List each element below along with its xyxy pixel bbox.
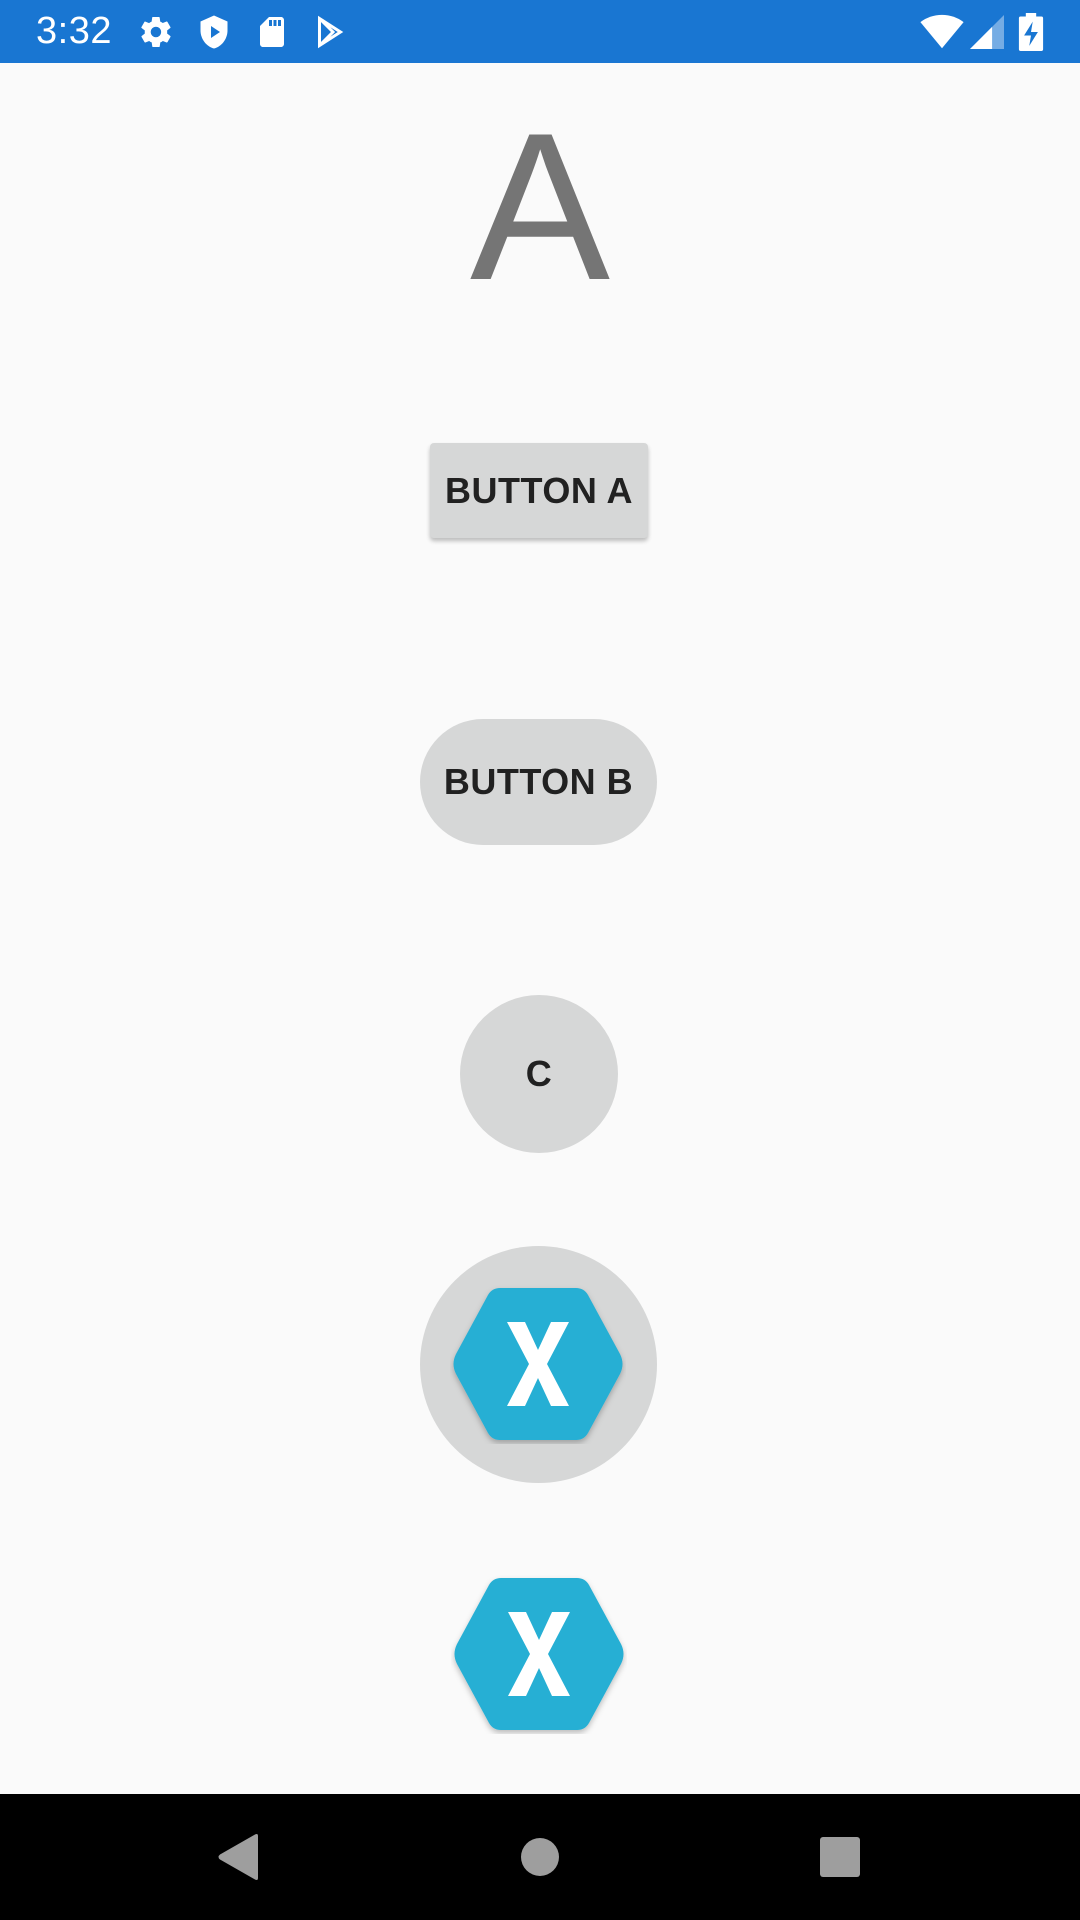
image-button[interactable] xyxy=(420,1246,657,1483)
status-bar: 3:32 xyxy=(0,0,1080,63)
button-b[interactable]: BUTTON B xyxy=(420,719,657,845)
play-store-icon xyxy=(318,15,344,49)
sd-card-icon xyxy=(260,17,284,47)
shield-play-icon xyxy=(200,15,228,49)
status-time: 3:32 xyxy=(36,10,112,52)
signal-icon xyxy=(970,15,1004,49)
xamarin-logo-icon xyxy=(454,1578,624,1730)
home-icon[interactable] xyxy=(515,1832,565,1882)
button-a[interactable]: BUTTON A xyxy=(430,443,648,538)
battery-charging-icon xyxy=(1018,13,1044,51)
gear-icon xyxy=(141,16,171,48)
wifi-icon xyxy=(920,14,964,49)
button-c[interactable]: C xyxy=(460,995,618,1153)
xamarin-logo-icon xyxy=(453,1288,623,1440)
xamarin-image[interactable] xyxy=(451,1574,627,1734)
back-icon[interactable] xyxy=(214,1832,264,1882)
recents-icon[interactable] xyxy=(815,1832,865,1882)
navigation-bar xyxy=(0,1794,1080,1920)
page-heading: A xyxy=(469,89,611,324)
